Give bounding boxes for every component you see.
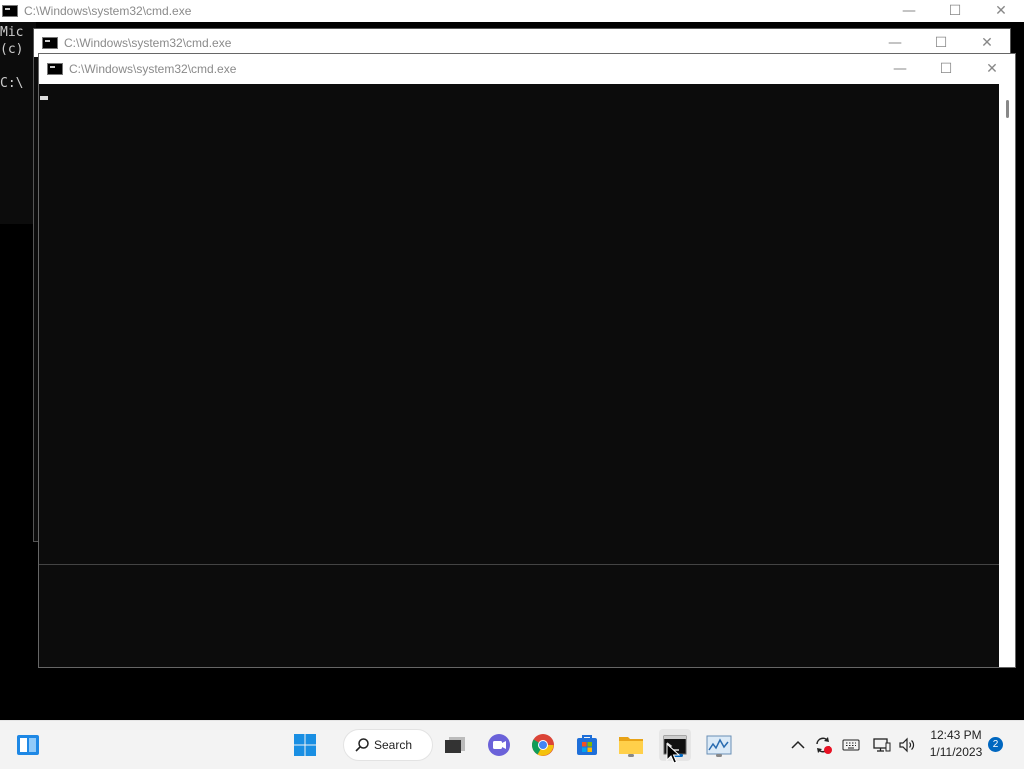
text-cursor <box>40 96 48 100</box>
widgets-icon <box>17 735 39 755</box>
console-line: C:\ <box>0 76 24 91</box>
sync-icon <box>816 737 832 754</box>
minimize-button[interactable]: — <box>886 0 932 22</box>
start-button[interactable] <box>289 729 321 761</box>
maximize-icon: ☐ <box>934 35 948 51</box>
front-cmd-window[interactable]: C:\Windows\system32\cmd.exe — ☐ ✕ <box>38 53 1016 668</box>
clock-date: 1/11/2023 <box>929 745 983 759</box>
mouse-pointer-icon <box>666 743 680 764</box>
chevron-up-icon <box>791 740 805 749</box>
console-divider <box>39 564 999 565</box>
middle-window-title: C:\Windows\system32\cmd.exe <box>64 36 232 50</box>
keyboard-tray-button[interactable] <box>838 729 864 761</box>
volume-icon <box>899 737 915 753</box>
network-tray-button[interactable] <box>870 729 894 761</box>
cmd-app-icon <box>42 37 58 49</box>
store-icon <box>577 735 597 755</box>
task-view-icon <box>445 737 465 753</box>
console-line: Mic <box>0 25 24 40</box>
maximize-icon: ☐ <box>948 3 962 19</box>
minimize-icon: — <box>893 61 907 77</box>
close-button[interactable]: ✕ <box>978 0 1024 22</box>
cmd-app-icon <box>2 5 18 17</box>
console-line: (c) <box>0 42 24 57</box>
file-explorer-button[interactable] <box>615 729 647 761</box>
chrome-icon <box>532 734 554 756</box>
file-explorer-icon <box>619 737 643 754</box>
sync-tray-button[interactable] <box>810 729 836 761</box>
task-view-button[interactable] <box>439 729 471 761</box>
chat-button[interactable] <box>483 729 515 761</box>
chat-icon <box>488 734 510 756</box>
maximize-button[interactable]: ☐ <box>932 0 978 22</box>
volume-tray-button[interactable] <box>895 729 919 761</box>
network-icon <box>873 738 891 752</box>
store-button[interactable] <box>571 729 603 761</box>
front-window-title: C:\Windows\system32\cmd.exe <box>69 62 237 76</box>
front-titlebar[interactable]: C:\Windows\system32\cmd.exe — ☐ ✕ <box>39 54 1015 84</box>
show-hidden-icons-button[interactable] <box>786 729 810 761</box>
minimize-button[interactable]: — <box>877 54 923 84</box>
close-icon: ✕ <box>981 35 993 51</box>
chrome-button[interactable] <box>527 729 559 761</box>
running-indicator <box>716 754 722 757</box>
keyboard-icon <box>842 739 860 751</box>
background-window-title: C:\Windows\system32\cmd.exe <box>24 4 192 18</box>
notification-badge[interactable]: 2 <box>988 737 1003 752</box>
widgets-button[interactable] <box>12 729 44 761</box>
front-console[interactable] <box>39 84 999 667</box>
running-indicator <box>628 754 634 757</box>
maximize-icon: ☐ <box>939 61 953 77</box>
taskbar: Search 12:43 PM 1/11/2023 2 <box>0 720 1024 769</box>
start-icon <box>294 734 316 756</box>
resource-monitor-icon <box>706 735 732 755</box>
search-icon <box>355 738 369 752</box>
background-console[interactable]: Mic (c) C:\ <box>0 22 36 224</box>
cmd-app-icon <box>47 63 63 75</box>
minimize-icon: — <box>902 3 916 19</box>
resource-monitor-button[interactable] <box>703 729 735 761</box>
clock-button[interactable]: 12:43 PM 1/11/2023 <box>924 727 988 761</box>
maximize-button[interactable]: ☐ <box>923 54 969 84</box>
background-titlebar[interactable]: C:\Windows\system32\cmd.exe — ☐ ✕ <box>0 0 1024 22</box>
clock-time: 12:43 PM <box>930 728 982 742</box>
taskbar-search-button[interactable]: Search <box>343 729 433 761</box>
close-icon: ✕ <box>995 3 1007 19</box>
minimize-icon: — <box>888 35 902 51</box>
close-button[interactable]: ✕ <box>969 54 1015 84</box>
scrollbar-thumb[interactable] <box>1006 100 1009 118</box>
close-icon: ✕ <box>986 61 998 77</box>
search-label: Search <box>374 738 413 752</box>
vertical-scrollbar[interactable] <box>999 84 1015 667</box>
